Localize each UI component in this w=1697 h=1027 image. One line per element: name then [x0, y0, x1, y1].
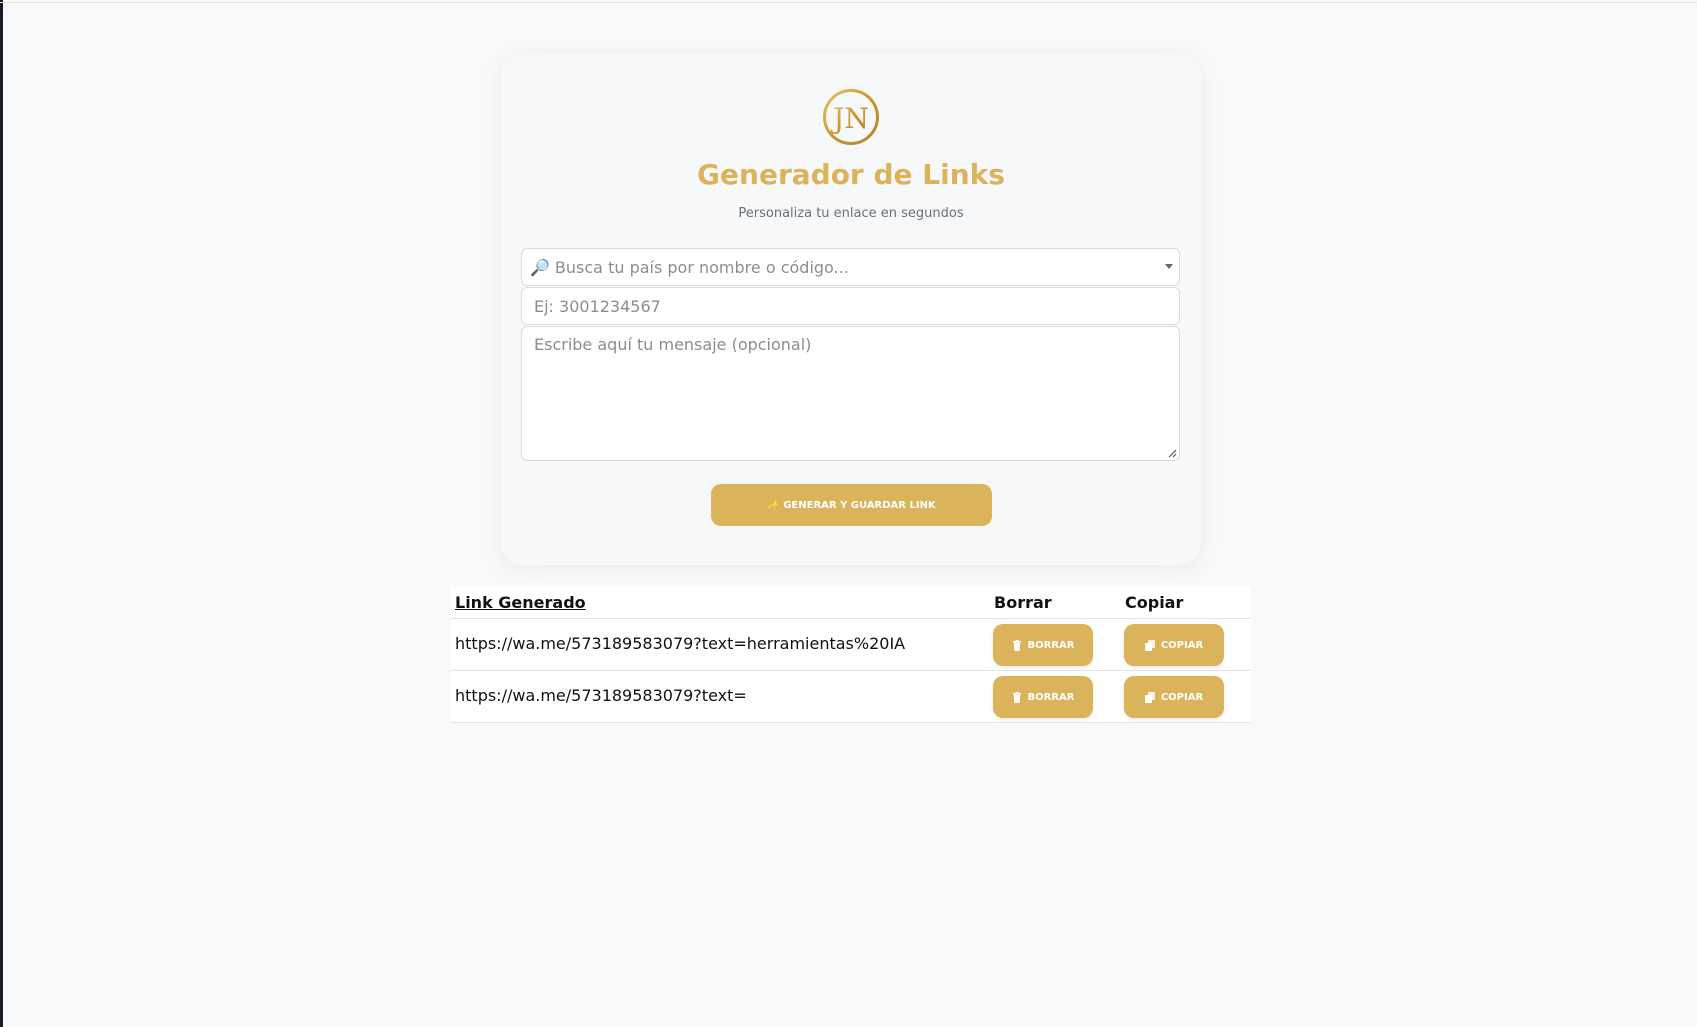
generated-link-text: https://wa.me/573189583079?text= [455, 686, 747, 705]
copy-icon [1144, 639, 1155, 651]
delete-link-button[interactable]: BORRAR [993, 624, 1093, 666]
window-top-line [0, 2, 1697, 3]
copy-button-label: COPIAR [1160, 639, 1204, 651]
copy-icon [1144, 691, 1155, 703]
header-copiar: Copiar [1125, 593, 1184, 612]
logo-monogram: JN [830, 102, 869, 135]
link-generator-card: JN Generador de Links Personaliza tu enl… [501, 53, 1201, 565]
copy-button-label: COPIAR [1160, 691, 1204, 703]
header-link-generado[interactable]: Link Generado [455, 593, 586, 612]
generated-link-text: https://wa.me/573189583079?text=herramie… [455, 634, 906, 653]
window-left-border [0, 0, 3, 1027]
textarea-resize-handle[interactable] [1168, 449, 1177, 458]
page-subtitle: Personaliza tu enlace en segundos [738, 206, 964, 221]
trash-icon [1012, 691, 1021, 703]
copy-link-button[interactable]: COPIAR [1124, 624, 1224, 666]
delete-button-label: BORRAR [1027, 691, 1075, 703]
table-header-row: Link Generado Borrar Copiar [451, 586, 1251, 619]
magnifier-icon: 🔎 [530, 257, 550, 277]
jn-logo: JN [823, 89, 879, 145]
message-textarea[interactable] [521, 326, 1180, 461]
page-title: Generador de Links [697, 158, 1005, 191]
phone-number-input[interactable] [521, 287, 1180, 325]
table-row: https://wa.me/573189583079?text=herramie… [451, 619, 1251, 671]
country-search-select[interactable]: 🔎 Busca tu país por nombre o código... [521, 248, 1180, 286]
delete-link-button[interactable]: BORRAR [993, 676, 1093, 718]
header-borrar: Borrar [994, 593, 1052, 612]
table-row: https://wa.me/573189583079?text= BORRAR … [451, 671, 1251, 723]
generated-links-table: Link Generado Borrar Copiar https://wa.m… [451, 586, 1251, 723]
trash-icon [1012, 639, 1021, 651]
chevron-down-icon[interactable] [1165, 264, 1173, 269]
generate-and-save-link-button[interactable]: ✨ GENERAR Y GUARDAR LINK [711, 484, 992, 526]
delete-button-label: BORRAR [1027, 639, 1075, 651]
copy-link-button[interactable]: COPIAR [1124, 676, 1224, 718]
country-search-placeholder: Busca tu país por nombre o código... [554, 257, 849, 277]
